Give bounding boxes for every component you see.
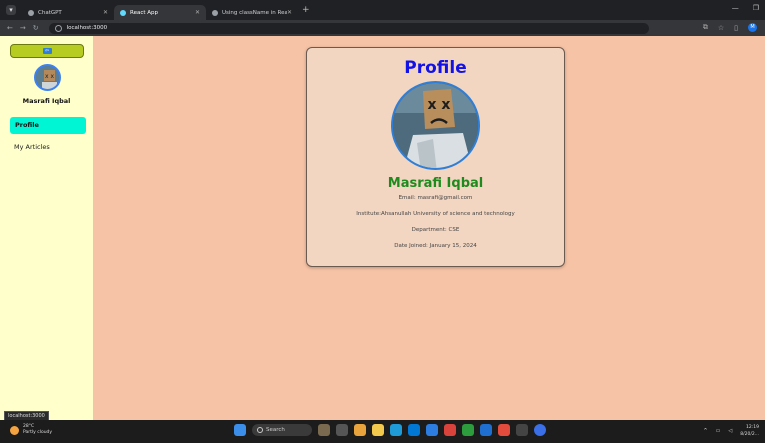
back-arrow-icon[interactable]: ←	[7, 24, 13, 32]
tab-label: React App	[130, 9, 159, 16]
back-arrow-icon: ⇦	[42, 48, 52, 54]
bookmark-star-icon[interactable]: ☆	[718, 24, 724, 32]
close-icon[interactable]: ✕	[103, 9, 108, 16]
new-tab-icon[interactable]: +	[302, 5, 310, 15]
react-favicon-icon	[120, 9, 126, 16]
profile-date-joined: Date Joined: January 15, 2024	[394, 243, 477, 249]
avatar-image: x x	[393, 83, 478, 168]
close-icon[interactable]: ✕	[287, 9, 292, 16]
site-info-icon[interactable]	[54, 24, 62, 32]
forward-arrow-icon[interactable]: →	[20, 24, 26, 32]
sidebar-item-profile[interactable]: Profile	[10, 117, 86, 134]
network-icon[interactable]: ▭	[716, 428, 721, 434]
weather-desc: Partly cloudy	[23, 430, 53, 435]
task-view-icon[interactable]	[336, 424, 348, 436]
weather-icon	[10, 425, 19, 435]
widgets-icon[interactable]	[318, 424, 330, 436]
profile-department: Department: CSE	[411, 227, 460, 233]
restore-icon[interactable]: ❐	[753, 4, 759, 12]
taskbar: 28°C Partly cloudy Search ^ ▭ ◁ 12:19 8/…	[0, 420, 765, 443]
url-text: localhost:3000	[66, 25, 108, 31]
tab-using-classname[interactable]: Using className in React ✕	[206, 5, 298, 20]
chrome-profile-icon[interactable]	[462, 424, 474, 436]
weather-widget[interactable]: 28°C Partly cloudy	[10, 424, 52, 436]
profile-email: Email: masrafi@gmail.com	[398, 195, 473, 201]
tab-react-app[interactable]: React App ✕	[114, 5, 206, 20]
weather-text: 28°C Partly cloudy	[23, 424, 52, 436]
edge-icon[interactable]	[390, 424, 402, 436]
sidebar-user-name: Masrafi Iqbal	[22, 97, 71, 105]
clock-time: 12:19	[746, 425, 759, 430]
side-panel-icon[interactable]: ▯	[734, 24, 738, 32]
sidebar: ⇦ x x Masrafi Iqbal Profile My Articles	[0, 36, 93, 420]
google-favicon-icon	[212, 9, 218, 16]
system-tray: ^ ▭ ◁ 12:19 8/20/2...	[703, 424, 759, 438]
chrome-icon[interactable]	[444, 424, 456, 436]
address-bar: ← → ↻ localhost:3000 ⧉ ☆ ▯ M	[0, 20, 765, 36]
tab-label: ChatGPT	[38, 9, 62, 16]
chevron-up-icon[interactable]: ^	[703, 428, 707, 434]
chrome-alt-icon[interactable]	[498, 424, 510, 436]
avatar-image: x x	[36, 66, 59, 89]
app-icon[interactable]	[354, 424, 366, 436]
svg-text:x x: x x	[428, 97, 451, 113]
back-button[interactable]: ⇦	[10, 44, 84, 58]
messenger-icon[interactable]	[534, 424, 546, 436]
vscode-icon[interactable]	[480, 424, 492, 436]
taskbar-search[interactable]: Search	[252, 424, 312, 436]
chatgpt-favicon-icon	[28, 9, 34, 16]
taskbar-apps: Search	[234, 424, 546, 436]
address-bar-actions: ⧉ ☆ ▯ M	[703, 23, 757, 32]
translate-icon[interactable]: ⧉	[703, 23, 708, 32]
minimize-icon[interactable]: —	[732, 4, 739, 12]
close-icon[interactable]: ✕	[195, 9, 200, 16]
profile-card: Profile x x Masrafi Iqbal Email: masrafi…	[306, 47, 565, 267]
window-controls: — ❐	[732, 4, 759, 12]
profile-avatar-icon[interactable]: M	[748, 23, 757, 32]
windows-start-icon[interactable]	[234, 424, 246, 436]
sidebar-item-my-articles[interactable]: My Articles	[14, 143, 50, 151]
tab-chatgpt[interactable]: ChatGPT ✕	[22, 5, 114, 20]
url-field[interactable]: localhost:3000	[48, 22, 649, 34]
reload-icon[interactable]: ↻	[33, 24, 39, 32]
clock-date: 8/20/2...	[740, 432, 759, 437]
sidebar-avatar: x x	[34, 64, 61, 91]
search-icon	[257, 427, 263, 433]
tab-search-icon[interactable]: ▾	[6, 5, 16, 15]
svg-text:x x: x x	[45, 73, 54, 80]
profile-name: Masrafi Iqbal	[387, 176, 484, 191]
profile-institute: Institute:Ahsanullah University of scien…	[356, 211, 515, 217]
store-icon[interactable]	[408, 424, 420, 436]
file-explorer-icon[interactable]	[372, 424, 384, 436]
mail-icon[interactable]	[426, 424, 438, 436]
terminal-icon[interactable]	[516, 424, 528, 436]
profile-avatar: x x	[391, 81, 480, 170]
page-title: Profile	[404, 58, 467, 78]
volume-icon[interactable]: ◁	[728, 428, 732, 434]
tab-label: Using className in React	[222, 9, 287, 16]
clock[interactable]: 12:19 8/20/2...	[740, 424, 759, 438]
taskbar-search-label: Search	[266, 427, 285, 433]
browser-tab-bar: ▾ ChatGPT ✕ React App ✕ Using className …	[0, 0, 765, 20]
